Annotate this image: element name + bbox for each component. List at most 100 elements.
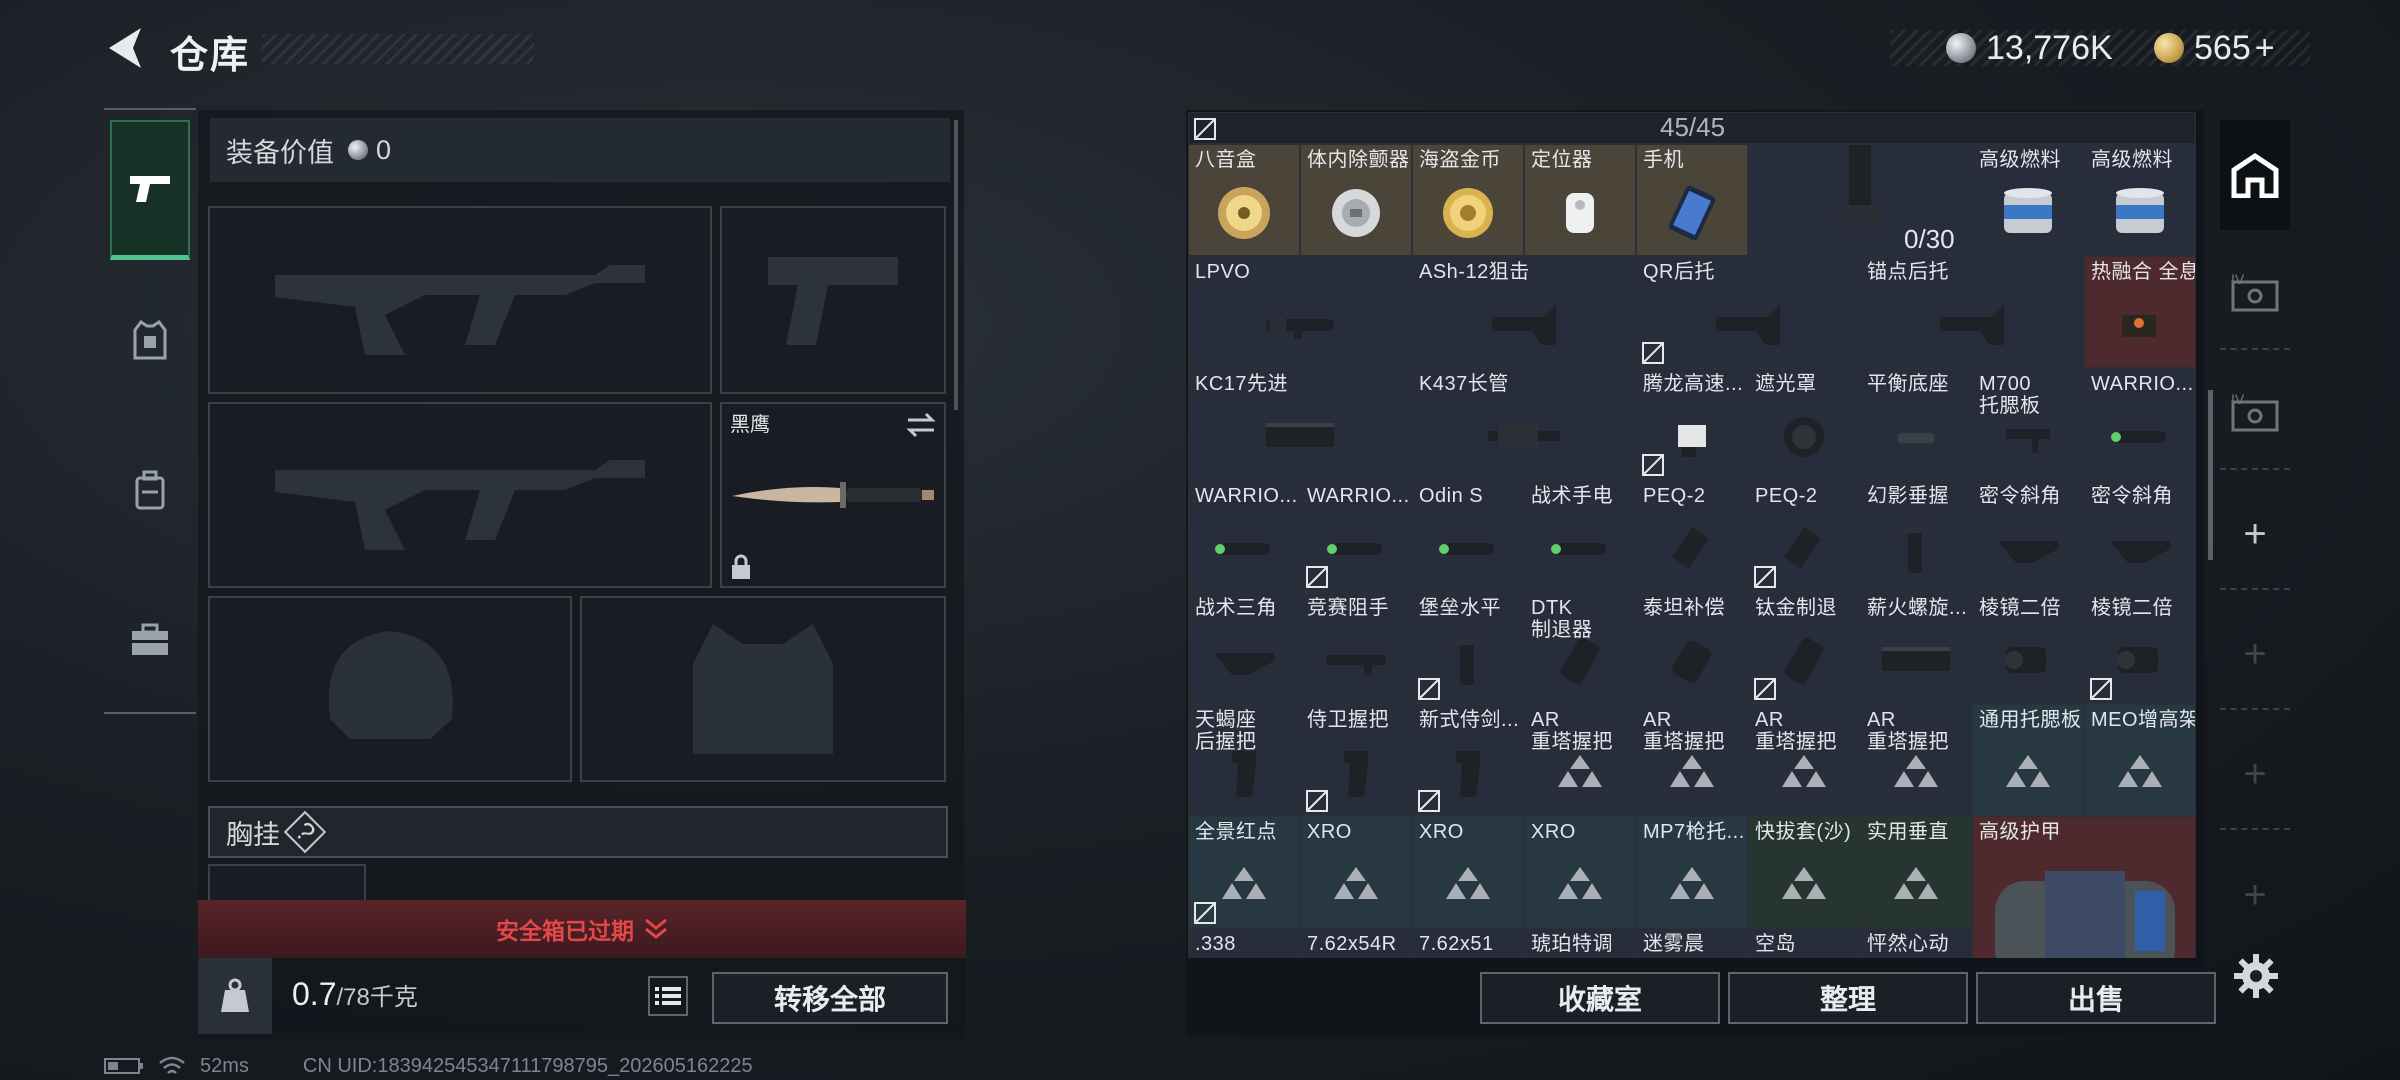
sell-button[interactable]: 出售	[1976, 972, 2216, 1024]
muzzle-brake-icon	[1784, 637, 1824, 685]
primary-weapon-slot[interactable]	[208, 206, 712, 394]
tab-stash-expansion-2[interactable]: IV	[2220, 360, 2290, 470]
battery-icon	[104, 1058, 143, 1074]
stash-item[interactable]: 热融合 全息	[2084, 256, 2196, 368]
gold-add-button[interactable]: +	[2255, 29, 2275, 68]
mount-icon	[1678, 425, 1706, 458]
item-name: 锚点后托	[1867, 261, 1949, 283]
stash-item[interactable]: 密令斜角	[1972, 480, 2084, 592]
stash-item[interactable]: PEQ-2	[1636, 480, 1748, 592]
stash-item[interactable]: .338	[1188, 928, 1300, 958]
stash-item[interactable]: 棱镜二倍	[1972, 592, 2084, 704]
stash-item[interactable]: K437长管	[1412, 368, 1636, 480]
chest-rig-row[interactable]: 胸挂 ?	[208, 806, 948, 858]
stash-item[interactable]: 遮光罩	[1748, 368, 1860, 480]
stash-item[interactable]: AR 重塔握把	[1748, 704, 1860, 816]
tab-backpack[interactable]	[110, 420, 190, 560]
item-name: 战术三角	[1195, 597, 1277, 619]
stash-item[interactable]: XRO	[1300, 816, 1412, 928]
help-icon[interactable]: ?	[283, 810, 327, 854]
add-stash-page-button[interactable]: +	[2220, 480, 2290, 590]
melee-slot[interactable]: 黑鹰	[720, 402, 946, 588]
stash-item[interactable]: 空岛	[1748, 928, 1860, 958]
stash-item[interactable]: 天蝎座 后握把	[1188, 704, 1300, 816]
tab-weapons[interactable]	[110, 120, 190, 260]
stash-item[interactable]: 定位器	[1524, 144, 1636, 256]
stash-item[interactable]: 竞赛阻手	[1300, 592, 1412, 704]
equipment-value-label: 装备价值	[226, 137, 334, 168]
stash-item[interactable]: 快拔套(沙)	[1748, 816, 1860, 928]
equipment-value: 0	[376, 134, 392, 165]
transfer-all-button[interactable]: 转移全部	[712, 972, 948, 1024]
item-name: 密令斜角	[2091, 485, 2173, 507]
stash-item[interactable]: AR 重塔握把	[1524, 704, 1636, 816]
chest-rig-slot[interactable]	[208, 864, 366, 904]
stash-item[interactable]: 八音盒	[1188, 144, 1300, 256]
stash-item[interactable]: M700 托腮板	[1972, 368, 2084, 480]
stash-item[interactable]: KC17先进	[1188, 368, 1412, 480]
tab-armor[interactable]	[110, 270, 190, 410]
stash-item[interactable]: 泰坦补偿	[1636, 592, 1748, 704]
stash-item[interactable]: 高级护甲	[1972, 816, 2196, 958]
collection-room-button[interactable]: 收藏室	[1480, 972, 1720, 1024]
safe-box-expired-banner[interactable]: 安全箱已过期	[198, 900, 966, 958]
stash-item[interactable]: AR 重塔握把	[1636, 704, 1748, 816]
list-view-button[interactable]	[648, 976, 688, 1016]
stash-item[interactable]: MEO增高架	[2084, 704, 2196, 816]
back-button[interactable]	[100, 22, 150, 74]
add-stash-page-button[interactable]: +	[2220, 600, 2290, 710]
stash-item[interactable]: 琥珀特调	[1524, 928, 1636, 958]
wifi-icon	[159, 1056, 185, 1074]
laser-icon	[1783, 527, 1821, 569]
stash-item[interactable]: 高级燃料	[1972, 144, 2084, 256]
stash-item[interactable]: XRO	[1412, 816, 1524, 928]
stash-item[interactable]: 战术手电	[1524, 480, 1636, 592]
body-armor-slot[interactable]	[580, 596, 946, 782]
stash-item[interactable]: 通用托腮板	[1972, 704, 2084, 816]
swap-icon[interactable]	[906, 412, 936, 438]
stash-item[interactable]: 平衡底座	[1860, 368, 1972, 480]
stash-item[interactable]: 怦然心动	[1860, 928, 1972, 958]
stash-item[interactable]: 薪火螺旋...	[1860, 592, 1972, 704]
stash-item[interactable]: 幻影垂握	[1860, 480, 1972, 592]
item-name: 遮光罩	[1755, 373, 1817, 395]
stash-item[interactable]: Odin S	[1412, 480, 1524, 592]
stash-item[interactable]: XRO	[1524, 816, 1636, 928]
stash-item[interactable]: 迷雾晨	[1636, 928, 1748, 958]
stash-item[interactable]: 密令斜角	[2084, 480, 2196, 592]
stash-item[interactable]: 7.62x54R	[1300, 928, 1412, 958]
helmet-slot[interactable]	[208, 596, 572, 782]
stash-item[interactable]: 高级燃料	[2084, 144, 2196, 256]
stash-item[interactable]: QR后托	[1636, 256, 1860, 368]
equipment-scrollbar[interactable]	[954, 120, 958, 410]
gold-currency[interactable]: 565 +	[2154, 28, 2275, 68]
stash-item[interactable]: LPVO	[1188, 256, 1412, 368]
stash-item[interactable]: DTK 制退器	[1524, 592, 1636, 704]
secondary-weapon-slot[interactable]	[208, 402, 712, 588]
stash-item[interactable]: WARRIO...	[2084, 368, 2196, 480]
stash-item[interactable]: 体内除颤器	[1300, 144, 1412, 256]
stash-item[interactable]: WARRIO...	[1188, 480, 1300, 592]
sidearm-slot[interactable]	[720, 206, 946, 394]
locked-item-icon	[1754, 678, 1776, 700]
stash-item[interactable]: AR 重塔握把	[1860, 704, 1972, 816]
gold-amount: 565	[2194, 28, 2251, 67]
stash-item[interactable]: ASh-12狙击	[1412, 256, 1636, 368]
stash-scrollbar[interactable]	[2208, 390, 2213, 560]
weight-icon	[221, 978, 249, 1012]
stash-item[interactable]: MP7枪托...	[1636, 816, 1748, 928]
stash-item[interactable]: 战术三角	[1188, 592, 1300, 704]
add-stash-page-button[interactable]: +	[2220, 720, 2290, 830]
stash-item[interactable]: 手机	[1636, 144, 1748, 256]
organize-button[interactable]: 整理	[1728, 972, 1968, 1024]
tab-stash-expansion-1[interactable]: IV	[2220, 240, 2290, 350]
stash-item[interactable]: 7.62x51	[1412, 928, 1524, 958]
item-name: 战术手电	[1531, 485, 1613, 507]
tab-toolbox[interactable]	[110, 570, 190, 710]
stash-item[interactable]: 实用垂直	[1860, 816, 1972, 928]
stash-item[interactable]: 海盗金币	[1412, 144, 1524, 256]
stash-item[interactable]: 锚点后托	[1860, 256, 2084, 368]
settings-button[interactable]	[2232, 952, 2280, 1005]
add-stash-page-button[interactable]: +	[2220, 840, 2290, 950]
tab-main-stash[interactable]	[2220, 120, 2290, 230]
